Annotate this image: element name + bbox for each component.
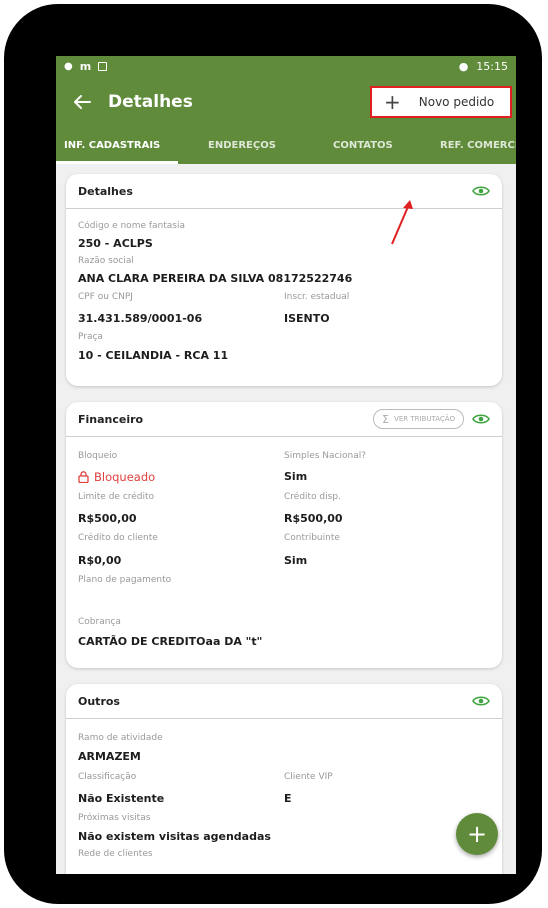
contribuinte-label: Contribuinte xyxy=(284,533,340,543)
praca-value: 10 - CEILANDIA - RCA 11 xyxy=(78,349,229,362)
limite-value: R$500,00 xyxy=(78,512,137,525)
cpf-value: 31.431.589/0001-06 xyxy=(78,312,203,325)
cobranca-value: CARTÃO DE CREDITOaa DA "t" xyxy=(78,635,263,648)
notification-icon xyxy=(98,61,108,71)
inscr-value: ISENTO xyxy=(284,312,330,325)
add-fab-button[interactable]: + xyxy=(456,813,498,855)
tab-bar: INF. CADASTRAIS ENDEREÇOS CONTATOS REF. … xyxy=(56,128,516,164)
android-icon: ● xyxy=(64,60,73,72)
ver-tributacao-label: VER TRIBUTAÇÃO xyxy=(394,415,455,423)
app-screen: ● m ● 15:15 Detalhes + Novo pedido INF. … xyxy=(56,56,516,874)
detalhes-title: Detalhes xyxy=(78,184,133,198)
new-order-label: Novo pedido xyxy=(418,95,495,109)
outros-card: Outros Ramo de atividade ARMAZEM Classif… xyxy=(66,684,502,874)
ver-tributacao-button[interactable]: Σ VER TRIBUTAÇÃO xyxy=(373,409,464,429)
plus-icon: + xyxy=(384,90,401,114)
financeiro-fields: Bloqueio Bloqueado Simples Nacional? Sim… xyxy=(66,437,502,648)
simples-value: Sim xyxy=(284,470,308,483)
page-title: Detalhes xyxy=(108,92,193,112)
lock-icon xyxy=(78,471,89,483)
status-time: 15:15 xyxy=(476,59,508,73)
detalhes-fields: Código e nome fantasia 250 - ACLPS Razão… xyxy=(66,209,502,362)
visitas-value: Não existem visitas agendadas xyxy=(78,830,271,843)
active-tab-indicator xyxy=(56,161,178,164)
cobranca-label: Cobrança xyxy=(78,617,121,627)
tab-contatos[interactable]: CONTATOS xyxy=(333,140,393,151)
razao-label: Razão social xyxy=(78,256,134,266)
vip-label: Cliente VIP xyxy=(284,772,333,782)
outros-fields: Ramo de atividade ARMAZEM Classificação … xyxy=(66,719,502,859)
tab-ref-comercial[interactable]: REF. COMERCIA xyxy=(440,140,516,151)
plus-icon: + xyxy=(466,820,488,848)
financeiro-header: Financeiro Σ VER TRIBUTAÇÃO xyxy=(66,402,502,437)
contribuinte-value: Sim xyxy=(284,554,308,567)
limite-label: Limite de crédito xyxy=(78,492,155,502)
visitas-label: Próximas visitas xyxy=(78,813,151,823)
credito-cliente-label: Crédito do cliente xyxy=(78,533,158,543)
gmail-icon: m xyxy=(79,59,92,73)
tab-enderecos[interactable]: ENDEREÇOS xyxy=(208,140,276,151)
status-bar: ● m ● 15:15 xyxy=(56,56,516,76)
bloqueio-text: Bloqueado xyxy=(94,470,156,484)
outros-title: Outros xyxy=(78,694,120,708)
simples-label: Simples Nacional? xyxy=(284,451,366,461)
new-order-button[interactable]: + Novo pedido xyxy=(370,86,512,118)
ramo-value: ARMAZEM xyxy=(78,750,141,763)
bloqueio-label: Bloqueio xyxy=(78,451,118,461)
codigo-label: Código e nome fantasia xyxy=(78,221,185,231)
credito-disp-label: Crédito disp. xyxy=(284,492,341,502)
classificacao-value: Não Existente xyxy=(78,792,165,805)
credito-cliente-value: R$0,00 xyxy=(78,554,122,567)
cpf-label: CPF ou CNPJ xyxy=(78,292,133,302)
inscr-label: Inscr. estadual xyxy=(284,292,350,302)
ramo-label: Ramo de atividade xyxy=(78,733,163,743)
financeiro-title: Financeiro xyxy=(78,412,144,426)
vip-value: E xyxy=(284,792,292,805)
sigma-icon: Σ xyxy=(382,412,390,426)
annotation-arrow xyxy=(391,200,413,245)
bloqueio-value: Bloqueado xyxy=(78,470,155,484)
tab-inf-cadastrais[interactable]: INF. CADASTRAIS xyxy=(64,140,160,151)
outros-header: Outros xyxy=(66,684,502,719)
detalhes-card: Detalhes Código e nome fantasia 250 - AC… xyxy=(66,174,502,386)
praca-label: Praça xyxy=(78,332,103,342)
eye-icon[interactable] xyxy=(472,185,490,197)
financeiro-card: Financeiro Σ VER TRIBUTAÇÃO Bloqueio Blo… xyxy=(66,402,502,668)
eye-icon[interactable] xyxy=(472,413,490,425)
plano-label: Plano de pagamento xyxy=(78,575,172,585)
detalhes-header: Detalhes xyxy=(66,174,502,209)
back-arrow-icon[interactable] xyxy=(70,90,94,114)
location-icon: ● xyxy=(458,59,469,73)
device-frame: ● m ● 15:15 Detalhes + Novo pedido INF. … xyxy=(4,4,542,904)
credito-disp-value: R$500,00 xyxy=(284,512,343,525)
rede-label: Rede de clientes xyxy=(78,849,153,859)
app-bar: Detalhes + Novo pedido xyxy=(56,76,516,128)
classificacao-label: Classificação xyxy=(78,772,137,782)
eye-icon[interactable] xyxy=(472,695,490,707)
razao-value: ANA CLARA PEREIRA DA SILVA 08172522746 xyxy=(78,272,353,285)
codigo-value: 250 - ACLPS xyxy=(78,237,153,250)
